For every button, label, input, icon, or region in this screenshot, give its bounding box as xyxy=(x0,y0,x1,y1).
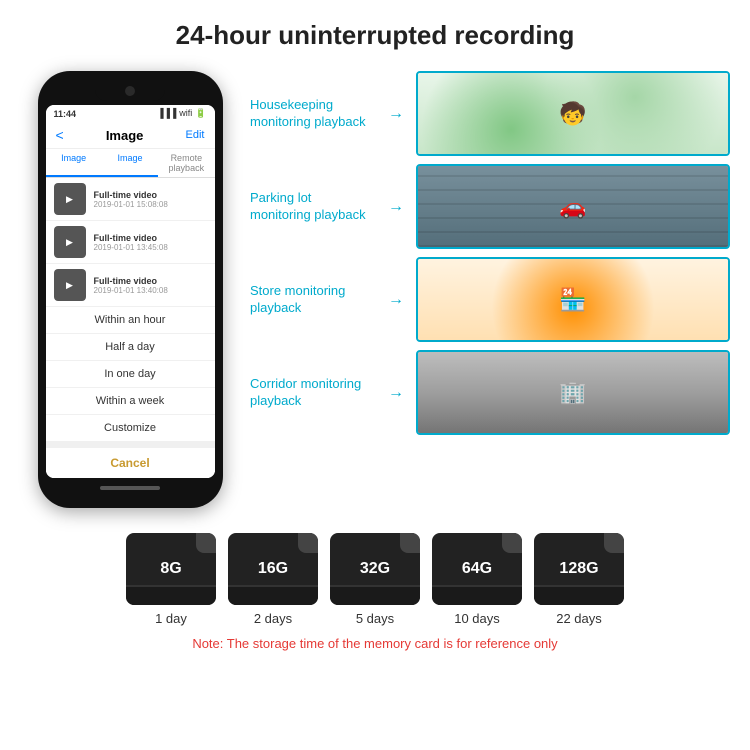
video-item-2: Full-time video 2019-01-01 13:45:08 xyxy=(46,221,215,264)
phone-header: < Image Edit xyxy=(46,122,215,149)
sd-cards-row: 8G 1 day 16G 2 days 32G 5 days 64G xyxy=(126,533,624,626)
tab-image[interactable]: Image xyxy=(46,149,102,177)
monitoring-photo-1: 🚗 xyxy=(416,164,730,249)
video-title-1: Full-time video xyxy=(94,190,207,200)
phone-body: 11:44 ▐▐▐ wifi 🔋 < Image Edit xyxy=(38,71,223,508)
monitoring-arrow-0: → xyxy=(388,105,408,123)
sd-card-0: 8G xyxy=(126,533,216,605)
sd-days-0: 1 day xyxy=(155,611,187,626)
photo-emoji-2: 🏪 xyxy=(418,259,728,340)
sd-size-0: 8G xyxy=(160,560,181,578)
monitoring-arrow-2: → xyxy=(388,291,408,309)
phone-screen: 11:44 ▐▐▐ wifi 🔋 < Image Edit xyxy=(46,105,215,478)
monitoring-row-2: Store monitoringplayback → 🏪 xyxy=(250,257,730,342)
video-title-2: Full-time video xyxy=(94,233,207,243)
video-date-1: 2019-01-01 15:08:08 xyxy=(94,200,207,209)
video-date-3: 2019-01-01 13:40:08 xyxy=(94,286,207,295)
photo-emoji-3: 🏢 xyxy=(418,352,728,433)
video-item-1: Full-time video 2019-01-01 15:08:08 xyxy=(46,178,215,221)
monitoring-row-3: Corridor monitoringplayback → 🏢 xyxy=(250,350,730,435)
wifi-icon: wifi xyxy=(179,108,192,119)
sd-size-2: 32G xyxy=(360,560,390,578)
monitoring-label-0: Housekeepingmonitoring playback xyxy=(250,97,380,131)
monitoring-photo-3: 🏢 xyxy=(416,350,730,435)
signal-icon: ▐▐▐ xyxy=(157,108,176,119)
sd-card-3: 64G xyxy=(432,533,522,605)
sd-card-2: 32G xyxy=(330,533,420,605)
sd-card-item-0: 8G 1 day xyxy=(126,533,216,626)
video-info-1: Full-time video 2019-01-01 15:08:08 xyxy=(94,190,207,209)
phone-statusbar: 11:44 ▐▐▐ wifi 🔋 xyxy=(46,105,215,122)
photo-emoji-1: 🚗 xyxy=(418,166,728,247)
phone-dropdown-overlay: Within an hour Half a day In one day Wit… xyxy=(46,307,215,478)
phone-back-button[interactable]: < xyxy=(56,127,64,143)
phone-home-indicator xyxy=(100,486,160,490)
phone-screen-title: Image xyxy=(106,128,144,143)
sd-card-1: 16G xyxy=(228,533,318,605)
sd-card-item-4: 128G 22 days xyxy=(534,533,624,626)
sd-days-3: 10 days xyxy=(454,611,500,626)
monitoring-arrow-3: → xyxy=(388,384,408,402)
dropdown-cancel-button[interactable]: Cancel xyxy=(46,442,215,478)
phone-notch xyxy=(95,83,165,101)
monitoring-label-3: Corridor monitoringplayback xyxy=(250,376,380,410)
monitoring-photo-0: 🧒 xyxy=(416,71,730,156)
video-thumb-2 xyxy=(54,226,86,258)
monitoring-arrow-1: → xyxy=(388,198,408,216)
video-date-2: 2019-01-01 13:45:08 xyxy=(94,243,207,252)
dropdown-item-0[interactable]: Within an hour xyxy=(46,307,215,334)
sd-size-3: 64G xyxy=(462,560,492,578)
video-info-3: Full-time video 2019-01-01 13:40:08 xyxy=(94,276,207,295)
tab-image2[interactable]: Image xyxy=(102,149,158,177)
storage-note: Note: The storage time of the memory car… xyxy=(192,636,557,651)
monitoring-label-1: Parking lotmonitoring playback xyxy=(250,190,380,224)
monitoring-row-1: Parking lotmonitoring playback → 🚗 xyxy=(250,164,730,249)
sd-days-2: 5 days xyxy=(356,611,394,626)
phone-status-icons: ▐▐▐ wifi 🔋 xyxy=(157,108,206,119)
page: 24-hour uninterrupted recording 11:44 ▐▐… xyxy=(0,0,750,666)
middle-section: 11:44 ▐▐▐ wifi 🔋 < Image Edit xyxy=(20,71,730,508)
phone-time: 11:44 xyxy=(54,109,77,119)
phone-edit-button[interactable]: Edit xyxy=(186,129,205,141)
monitoring-photo-2: 🏪 xyxy=(416,257,730,342)
sd-days-1: 2 days xyxy=(254,611,292,626)
phone-mockup: 11:44 ▐▐▐ wifi 🔋 < Image Edit xyxy=(20,71,240,508)
video-info-2: Full-time video 2019-01-01 13:45:08 xyxy=(94,233,207,252)
sd-days-4: 22 days xyxy=(556,611,602,626)
tab-remote[interactable]: Remote playback xyxy=(158,149,214,177)
video-thumb-1 xyxy=(54,183,86,215)
phone-dropdown: Within an hour Half a day In one day Wit… xyxy=(46,307,215,478)
page-title: 24-hour uninterrupted recording xyxy=(20,20,730,51)
sd-card-item-2: 32G 5 days xyxy=(330,533,420,626)
monitoring-row-0: Housekeepingmonitoring playback → 🧒 xyxy=(250,71,730,156)
dropdown-item-2[interactable]: In one day xyxy=(46,361,215,388)
sd-size-4: 128G xyxy=(559,560,598,578)
dropdown-item-3[interactable]: Within a week xyxy=(46,388,215,415)
dropdown-item-1[interactable]: Half a day xyxy=(46,334,215,361)
monitoring-label-2: Store monitoringplayback xyxy=(250,283,380,317)
sd-card-item-3: 64G 10 days xyxy=(432,533,522,626)
dropdown-item-4[interactable]: Customize xyxy=(46,415,215,442)
battery-icon: 🔋 xyxy=(195,108,206,119)
sd-size-1: 16G xyxy=(258,560,288,578)
sd-card-item-1: 16G 2 days xyxy=(228,533,318,626)
sd-card-4: 128G xyxy=(534,533,624,605)
video-title-3: Full-time video xyxy=(94,276,207,286)
video-thumb-3 xyxy=(54,269,86,301)
photo-emoji-0: 🧒 xyxy=(418,73,728,154)
monitoring-list: Housekeepingmonitoring playback → 🧒 Park… xyxy=(240,71,730,435)
phone-tabs: Image Image Remote playback xyxy=(46,149,215,178)
video-item-3: Full-time video 2019-01-01 13:40:08 xyxy=(46,264,215,307)
sd-section: 8G 1 day 16G 2 days 32G 5 days 64G xyxy=(20,533,730,651)
